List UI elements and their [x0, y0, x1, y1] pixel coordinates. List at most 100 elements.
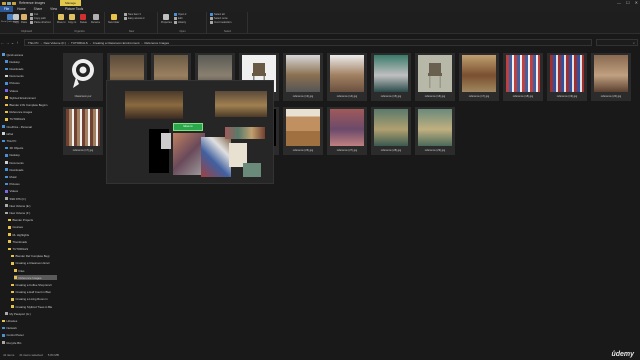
- file-tile[interactable]: reference (28).jpg: [371, 107, 411, 155]
- sidebar-item[interactable]: Videos: [5, 189, 57, 194]
- properties-button[interactable]: Properties: [161, 14, 172, 24]
- breadcrumb-item[interactable]: Creating a Classroom Environment: [93, 41, 140, 45]
- sidebar-item[interactable]: Blender Projects: [8, 218, 57, 223]
- easy-access-button[interactable]: Easy access ▾: [124, 17, 145, 20]
- sidebar-item[interactable]: Files: [14, 268, 57, 273]
- sidebar-item[interactable]: kirbel: [2, 131, 57, 136]
- delete-button[interactable]: Delete: [80, 14, 87, 24]
- breadcrumb-separator-icon[interactable]: ›: [41, 41, 42, 45]
- sidebar-item[interactable]: Downloads: [5, 66, 57, 71]
- paste-button[interactable]: Paste: [21, 14, 27, 24]
- sidebar-item[interactable]: OneDrive - Personal: [2, 124, 57, 129]
- sidebar-item[interactable]: Videos: [5, 88, 57, 93]
- file-tile[interactable]: Classroom.pur: [63, 53, 103, 101]
- sidebar-item[interactable]: Creating a Living Room in: [11, 297, 57, 302]
- file-tile[interactable]: reference (13).jpg: [283, 53, 323, 101]
- sidebar-item[interactable]: Reference images: [5, 110, 57, 115]
- select-none-button[interactable]: Select none: [210, 17, 228, 20]
- sidebar-item-label: Thumbnails: [12, 239, 27, 244]
- file-tile[interactable]: reference (17).jpg: [459, 53, 499, 101]
- tab-manage[interactable]: Manage: [60, 0, 81, 6]
- image-thumbnail: [418, 109, 452, 146]
- file-tile[interactable]: reference (29).jpg: [415, 107, 455, 155]
- sidebar-item[interactable]: Blender 2.8x Complete Beginn: [5, 102, 57, 107]
- sidebar-item[interactable]: Stylized Environment: [5, 95, 57, 100]
- new-folder-button[interactable]: New folder: [108, 14, 119, 24]
- sidebar-item[interactable]: Creating Stylized Trees in Ble: [11, 304, 57, 309]
- sidebar-item[interactable]: Documents: [5, 160, 57, 165]
- select-all-button[interactable]: Select all: [210, 13, 225, 16]
- sidebar-item[interactable]: Blender Ref Complete Begi: [11, 254, 57, 259]
- sidebar-item[interactable]: New Volume (F:): [5, 210, 57, 215]
- file-tile[interactable]: reference (14).jpg: [327, 53, 367, 101]
- item-count: 41 items: [3, 353, 15, 357]
- sidebar-item[interactable]: Downloads: [5, 167, 57, 172]
- copy-button[interactable]: Copy: [13, 14, 19, 24]
- file-tile[interactable]: reference (18).jpg: [503, 53, 543, 101]
- sidebar-item[interactable]: TUTORIALS: [8, 246, 57, 251]
- sidebar-item[interactable]: Creating a Coffee Shop Envir: [11, 282, 57, 287]
- history-button[interactable]: History: [174, 21, 186, 24]
- file-tile[interactable]: reference (19).jpg: [547, 53, 587, 101]
- sidebar-item[interactable]: New Volume (E:): [5, 203, 57, 208]
- file-tile[interactable]: reference (26).jpg: [283, 107, 323, 155]
- breadcrumb-item[interactable]: TUTORIALS: [71, 41, 88, 45]
- sidebar-item[interactable]: Reference Images: [14, 275, 57, 281]
- folder-icon: [5, 146, 8, 150]
- copy-path-button[interactable]: Copy path: [30, 17, 46, 20]
- sidebar-item[interactable]: Control Panel: [2, 333, 57, 338]
- sidebar-item[interactable]: Quick access: [2, 52, 57, 57]
- app-file-icon: [66, 55, 100, 92]
- sidebar-item[interactable]: My Passport (G:): [5, 311, 57, 316]
- properties-icon[interactable]: [7, 1, 11, 5]
- folder-icon: [5, 60, 8, 63]
- folder-icon: [5, 103, 8, 107]
- copy-to-button[interactable]: Copy to: [68, 14, 76, 24]
- sidebar-item[interactable]: Courses: [8, 225, 57, 230]
- file-tile[interactable]: reference (15).jpg: [371, 53, 411, 101]
- breadcrumb-item[interactable]: This PC: [28, 41, 39, 45]
- image-thumbnail: [330, 109, 364, 146]
- file-tile[interactable]: reference (17).jpg: [63, 107, 103, 155]
- new-group: New folder New item ▾ Easy access ▾ New: [106, 12, 158, 34]
- sidebar-item[interactable]: Music: [5, 174, 57, 179]
- search-input[interactable]: ⌕: [596, 39, 638, 46]
- star-icon: [2, 53, 5, 56]
- rename-button[interactable]: Rename: [91, 14, 100, 24]
- sidebar-item[interactable]: 3D Objects: [5, 146, 57, 151]
- sidebar-item[interactable]: Pictures: [5, 182, 57, 187]
- sidebar-item[interactable]: TUTORIALS: [5, 117, 57, 122]
- breadcrumb-separator-icon[interactable]: ›: [141, 41, 142, 45]
- sidebar-item[interactable]: Desktop: [5, 59, 57, 64]
- breadcrumb-item[interactable]: Reference Images: [144, 41, 169, 45]
- new-folder-icon[interactable]: [12, 1, 16, 5]
- invert-selection-button[interactable]: Invert selection: [210, 21, 231, 24]
- sidebar-item[interactable]: Documents: [5, 74, 57, 79]
- sidebar-item[interactable]: SSD 976 (C:): [5, 196, 57, 201]
- file-tile[interactable]: reference (16).jpg: [415, 53, 455, 101]
- up-arrow-icon[interactable]: ↑: [15, 40, 20, 45]
- sidebar-item[interactable]: Desktop: [5, 153, 57, 158]
- breadcrumb-separator-icon[interactable]: ›: [90, 41, 91, 45]
- folder-icon[interactable]: [2, 1, 6, 5]
- paste-shortcut-button[interactable]: Paste shortcut: [30, 21, 51, 24]
- sidebar-item[interactable]: Network: [2, 326, 57, 331]
- sidebar-item[interactable]: Creating a Classroom Envir: [11, 261, 57, 266]
- address-bar[interactable]: This PC › New Volume (F:) › TUTORIALS › Creati…: [24, 39, 592, 46]
- breadcrumb-item[interactable]: New Volume (F:): [44, 41, 66, 45]
- breadcrumb-separator-icon[interactable]: ›: [68, 41, 69, 45]
- sidebar-item[interactable]: Thumbnails: [8, 239, 57, 244]
- edit-button[interactable]: Edit: [174, 17, 182, 20]
- sidebar-item[interactable]: Creating a Half Court in Blen: [11, 290, 57, 295]
- sidebar-item[interactable]: Pictures: [5, 81, 57, 86]
- move-to-button[interactable]: Move to: [57, 14, 66, 24]
- open-button[interactable]: Open ▾: [174, 13, 186, 16]
- file-tile[interactable]: reference (20).jpg: [591, 53, 631, 101]
- sidebar-item[interactable]: Libraries: [2, 318, 57, 323]
- sidebar-item[interactable]: This PC: [2, 138, 57, 143]
- sidebar-item[interactable]: RL Highlights: [8, 232, 57, 237]
- cut-button[interactable]: Cut: [30, 13, 38, 16]
- file-tile[interactable]: reference (27).jpg: [327, 107, 367, 155]
- new-item-button[interactable]: New item ▾: [124, 13, 141, 16]
- sidebar-item[interactable]: Recycle Bin: [2, 340, 57, 345]
